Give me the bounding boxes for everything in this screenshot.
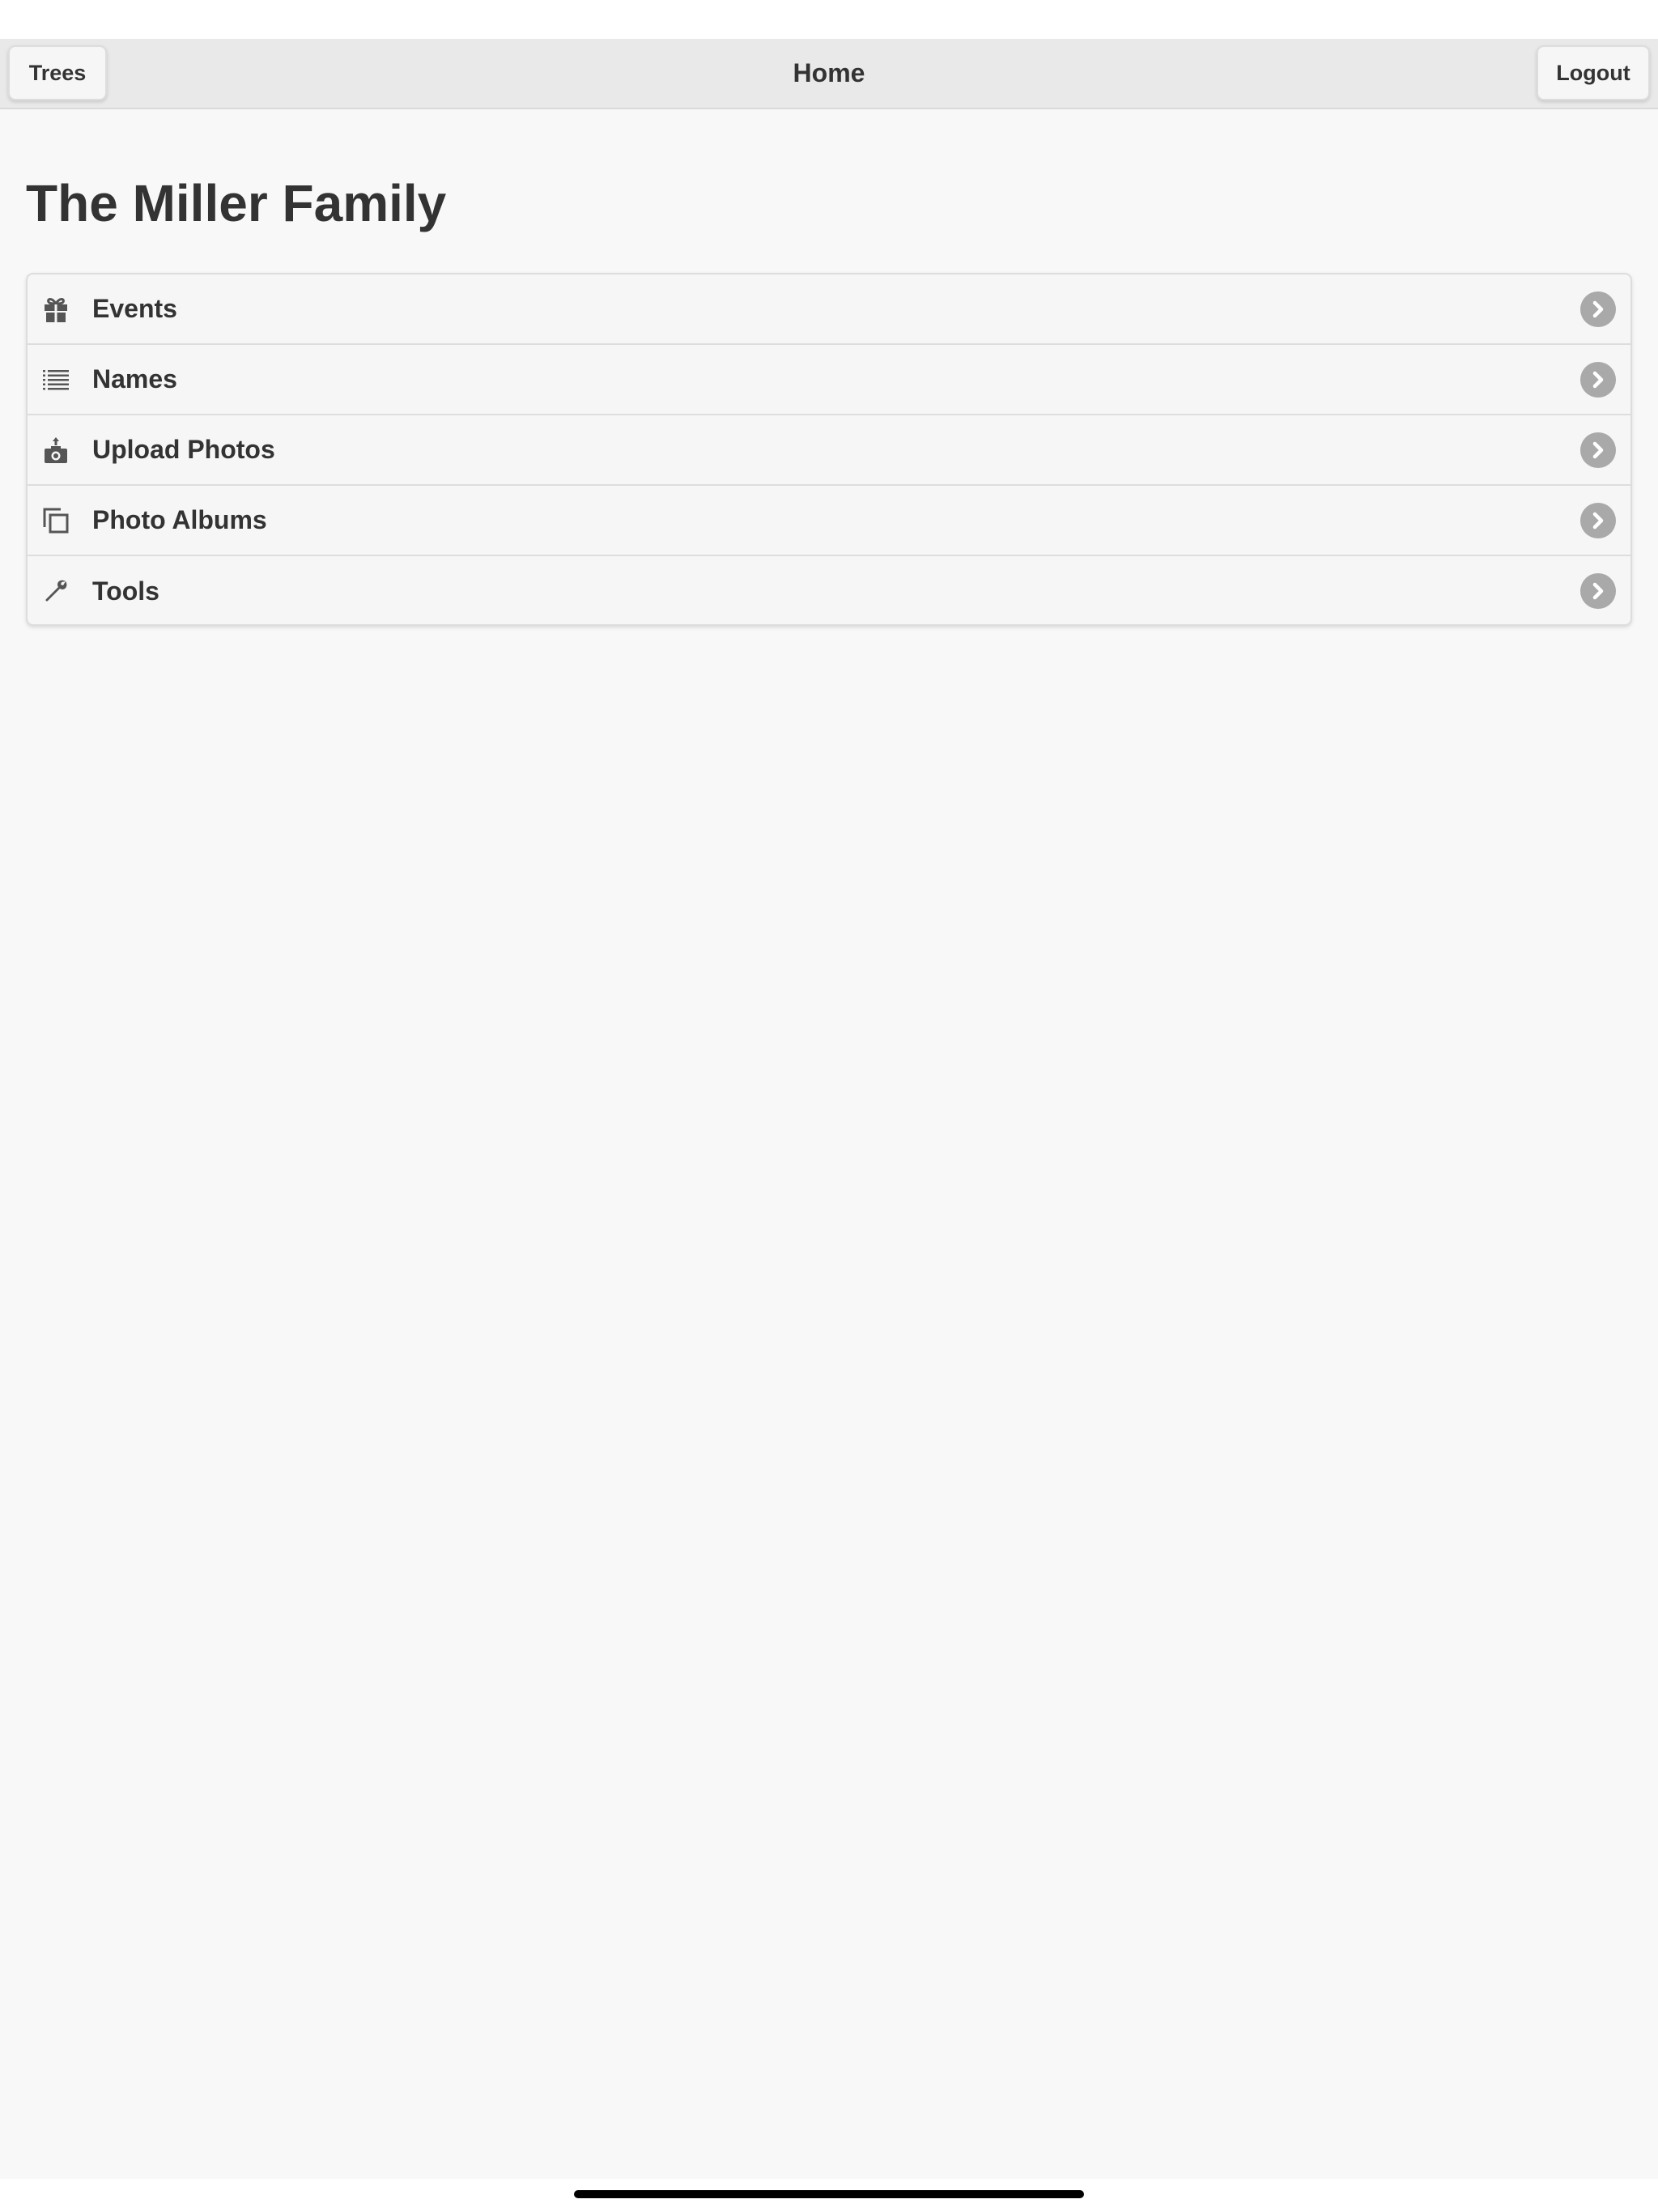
wrench-icon	[42, 577, 70, 605]
header-title: Home	[793, 58, 865, 87]
menu-item-photo-albums[interactable]: Photo Albums	[28, 486, 1630, 556]
status-bar	[0, 0, 1658, 39]
home-indicator[interactable]	[574, 2190, 1084, 2198]
logout-button[interactable]: Logout	[1537, 45, 1650, 100]
menu-item-upload-photos[interactable]: Upload Photos	[28, 415, 1630, 486]
menu-item-label: Events	[92, 294, 177, 323]
menu-item-label: Photo Albums	[92, 505, 267, 534]
chevron-right-icon	[1580, 432, 1616, 468]
menu-item-tools[interactable]: Tools	[28, 556, 1630, 624]
camera-upload-icon	[42, 436, 70, 464]
chevron-right-icon	[1580, 502, 1616, 538]
header-bar: Home Trees Logout	[0, 39, 1658, 109]
list-icon	[42, 366, 70, 393]
menu-item-label: Tools	[92, 576, 159, 606]
chevron-right-icon	[1580, 361, 1616, 398]
main-content: The Miller Family Events Names Upload Ph…	[0, 109, 1658, 2179]
photo-albums-icon	[42, 507, 70, 534]
menu-item-label: Names	[92, 364, 177, 393]
chevron-right-icon	[1580, 573, 1616, 609]
menu-item-label: Upload Photos	[92, 435, 275, 464]
menu-list: Events Names Upload Photos Photo Albums …	[26, 273, 1632, 626]
menu-item-events[interactable]: Events	[28, 274, 1630, 345]
trees-button[interactable]: Trees	[8, 45, 107, 100]
chevron-right-icon	[1580, 291, 1616, 327]
gift-icon	[42, 296, 70, 323]
menu-item-names[interactable]: Names	[28, 345, 1630, 415]
page-title: The Miller Family	[26, 174, 447, 232]
app-screen: Home Trees Logout The Miller Family Even…	[0, 0, 1658, 2212]
